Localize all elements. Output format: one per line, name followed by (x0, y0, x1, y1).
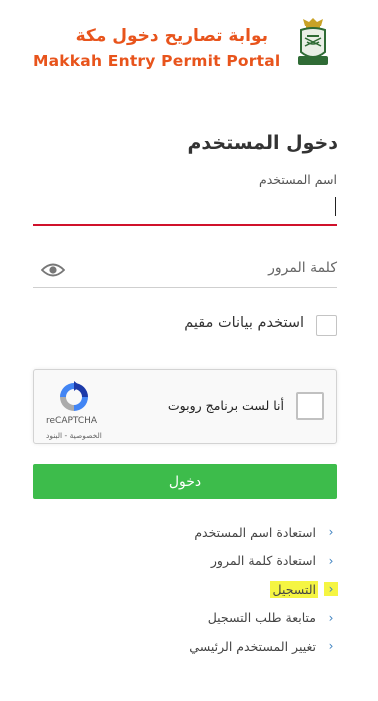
resident-checkbox-label: استخدم بيانات مقيم (184, 315, 304, 331)
link-label[interactable]: متابعة طلب التسجيل (206, 609, 318, 626)
chevron-left-icon: ‹ (328, 553, 334, 568)
link-recover-username[interactable]: ‹ استعادة اسم المستخدم (38, 518, 338, 547)
link-label[interactable]: تغيير المستخدم الرئيسي (187, 638, 318, 655)
portal-title-english: Makkah Entry Permit Portal (33, 52, 281, 70)
username-field[interactable]: اسم المستخدم (33, 172, 337, 226)
chevron-left-icon: ‹ (328, 610, 334, 625)
resident-checkbox[interactable] (316, 315, 337, 336)
login-heading: دخول المستخدم (187, 132, 338, 154)
recaptcha-logo-icon (60, 381, 88, 411)
chevron-left-icon: ‹ (328, 525, 334, 540)
password-placeholder: كلمة المرور (268, 260, 337, 276)
link-track-registration[interactable]: ‹ متابعة طلب التسجيل (38, 604, 338, 633)
link-label[interactable]: استعادة اسم المستخدم (192, 524, 318, 541)
link-change-main-user[interactable]: ‹ تغيير المستخدم الرئيسي (38, 632, 338, 661)
link-label[interactable]: استعادة كلمة المرور (209, 552, 318, 569)
recaptcha-brand: reCAPTCHA (46, 416, 98, 426)
saudi-passports-emblem-icon (298, 18, 328, 65)
eye-icon[interactable] (41, 262, 65, 278)
recaptcha-checkbox[interactable] (296, 392, 324, 420)
link-register[interactable]: ‹ التسجيل (38, 575, 338, 604)
recaptcha-label: أنا لست برنامج روبوت (167, 398, 284, 413)
recaptcha-privacy-terms[interactable]: الخصوصية - البنود (46, 431, 102, 440)
page-header: بوابة تصاريح دخول مكة Makkah Entry Permi… (0, 0, 378, 90)
portal-title-arabic: بوابة تصاريح دخول مكة (75, 26, 268, 46)
chevron-left-icon: ‹ (324, 582, 338, 597)
account-links: ‹ استعادة اسم المستخدم ‹ استعادة كلمة ال… (38, 518, 338, 661)
text-cursor (335, 197, 336, 216)
link-recover-password[interactable]: ‹ استعادة كلمة المرور (38, 547, 338, 576)
resident-option[interactable]: استخدم بيانات مقيم (33, 313, 337, 339)
recaptcha-widget: أنا لست برنامج روبوت reCAPTCHA الخصوصية … (33, 369, 337, 444)
login-button[interactable]: دخول (33, 464, 337, 499)
username-label: اسم المستخدم (258, 172, 337, 187)
password-field[interactable]: كلمة المرور (33, 250, 337, 288)
chevron-left-icon: ‹ (328, 639, 334, 654)
link-label[interactable]: التسجيل (270, 580, 318, 598)
